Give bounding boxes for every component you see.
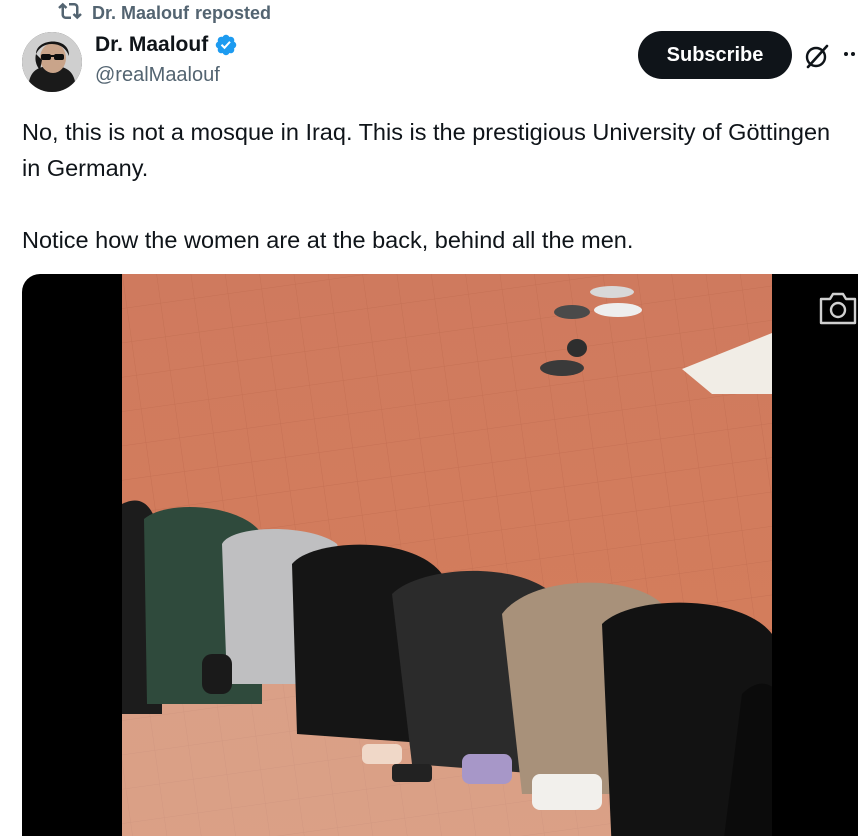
verified-badge-icon[interactable]	[214, 33, 238, 57]
repost-label: reposted	[195, 2, 272, 23]
avatar[interactable]	[22, 32, 82, 92]
subscribe-button[interactable]: Subscribe	[638, 31, 792, 79]
author-handle[interactable]: @realMaalouf	[95, 64, 220, 87]
repost-author[interactable]: Dr. Maalouf	[92, 3, 189, 24]
repost-header[interactable]: Dr. Maalouf reposted	[58, 2, 271, 24]
repost-icon	[58, 0, 82, 28]
tweet-text: No, this is not a mosque in Iraq. This i…	[22, 114, 832, 258]
more-icon[interactable]	[844, 48, 858, 60]
tweet-paragraph-1: No, this is not a mosque in Iraq. This i…	[22, 119, 831, 181]
tweet-paragraph-2: Notice how the women are at the back, be…	[22, 227, 634, 253]
video-frame[interactable]	[122, 274, 772, 836]
camera-icon[interactable]	[818, 290, 858, 326]
grok-icon[interactable]	[802, 41, 832, 71]
video-player[interactable]	[22, 274, 858, 836]
author-name[interactable]: Dr. Maalouf	[95, 33, 208, 57]
